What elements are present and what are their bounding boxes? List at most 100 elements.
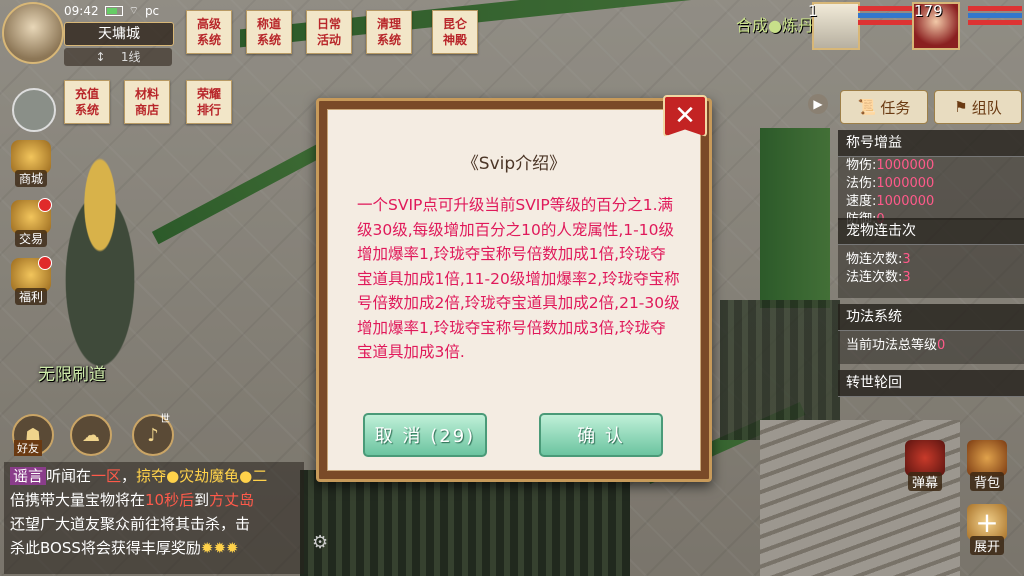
team-button[interactable]: ⚑ 组队 — [934, 90, 1022, 124]
pet-bars — [858, 6, 912, 26]
wifi-icon: ⌔ — [128, 4, 139, 17]
chat-highlight: 10秒后 — [145, 491, 195, 509]
skill-system-panel: 功法系统 当前功法总等级0 — [838, 304, 1024, 364]
chat-line: 谣言 听闻在一区，掠夺●灾劫魔龟●二 — [10, 464, 298, 488]
rumor-tag: 谣言 — [10, 467, 47, 485]
world-channel-label: 世 — [160, 414, 170, 425]
second-menu-item[interactable]: 充值 系统 — [64, 80, 110, 124]
bag-label: 背包 — [969, 472, 1004, 491]
speech-bubble-icon: ☁ — [82, 424, 100, 446]
server-line[interactable]: ↕ 1线 — [64, 48, 172, 66]
top-menu-item[interactable]: 称道 系统 — [246, 10, 292, 54]
player-bars — [968, 6, 1022, 26]
stat-row: 法伤:1000000 — [838, 175, 1024, 193]
line-label: 1线 — [120, 50, 141, 64]
panel-header: 功法系统 — [838, 304, 1024, 331]
hp-bar — [968, 6, 1022, 11]
title-bonus-panel: 称号增益 物伤:1000000法伤:1000000速度:1000000防御:0 — [838, 130, 1024, 227]
task-label: 任务 — [880, 98, 911, 117]
panel-header: 称号增益 — [838, 130, 1024, 157]
combo-label: 法连次数: — [846, 270, 903, 285]
chat-highlight: 一区 — [91, 467, 122, 485]
swap-icon: ↕ — [95, 50, 106, 64]
chat-highlight: 掠夺●灾劫魔龟●二 — [136, 467, 268, 485]
clock: 09:42 — [64, 4, 99, 18]
combo-value: 3 — [902, 270, 911, 285]
second-menu-item[interactable]: 材料 商店 — [124, 80, 170, 124]
danmaku-label: 弹幕 — [907, 472, 942, 491]
combo-value: 3 — [902, 252, 911, 267]
second-menu-item[interactable]: 荣耀 排行 — [186, 80, 232, 124]
task-button[interactable]: 📜 任务 — [840, 90, 928, 124]
combo-row: 物连次数:3 — [838, 251, 1024, 269]
chat-button[interactable]: ☁ — [70, 414, 112, 456]
skill-label[interactable]: 合成●炼丹 — [736, 12, 814, 36]
svip-dialog: 《Svip介绍》 一个SVIP点可升级当前SVIP等级的百分之1.满级30级,每… — [316, 95, 712, 482]
chat-line: 杀此BOSS将会获得丰厚奖励✹✹✹ — [10, 536, 298, 560]
pet-level: 1 — [808, 2, 818, 20]
stat-row: 物伤:1000000 — [838, 157, 1024, 175]
close-icon: ✕ — [674, 101, 696, 131]
confirm-button[interactable]: 确 认 — [539, 413, 663, 457]
dialog-title: 《Svip介绍》 — [461, 154, 567, 174]
flag-icon: ⚑ — [954, 98, 968, 116]
expand-button[interactable]: + 展开 — [962, 504, 1012, 560]
skill-level-label: 当前功法总等级 — [846, 338, 938, 353]
panel-header: 转世轮回 — [838, 370, 1024, 397]
bag-button[interactable]: 背包 — [962, 440, 1012, 496]
dpad-icon[interactable] — [12, 88, 56, 132]
pet-portrait[interactable] — [812, 2, 860, 50]
hp-bar — [858, 20, 912, 25]
chat-highlight: 方丈岛 — [209, 491, 255, 509]
gear-icon[interactable]: ⚙ — [312, 532, 328, 553]
bag-icon — [967, 440, 1007, 476]
skill-level-row: 当前功法总等级0 — [838, 331, 1024, 355]
top-menu-item[interactable]: 清理 系统 — [366, 10, 412, 54]
pc-label: pc — [144, 4, 160, 18]
stat-value: 1000000 — [876, 176, 935, 191]
unlimited-farming-label[interactable]: 无限刷道 — [38, 360, 106, 385]
expand-label: 展开 — [969, 536, 1004, 555]
chat-line: 倍携带大量宝物将在10秒后到方丈岛 — [10, 488, 298, 512]
stat-value: 1000000 — [876, 158, 935, 173]
panel-header: 宠物连击次 — [838, 218, 1024, 245]
player-level: 179 — [914, 2, 943, 20]
combo-list: 物连次数:3 法连次数:3 — [838, 245, 1024, 287]
location-city[interactable]: 天墉城 — [64, 22, 174, 46]
hp-bar — [858, 6, 912, 11]
mp-bar — [968, 13, 1022, 18]
stat-label: 速度: — [846, 194, 877, 209]
reincarnation-panel[interactable]: 转世轮回 — [838, 370, 1024, 397]
stat-value: 1000000 — [876, 194, 935, 209]
top-menu-item[interactable]: 昆仑 神殿 — [432, 10, 478, 54]
sun-icons: ✹✹✹ — [200, 539, 239, 557]
danmaku-icon — [905, 440, 945, 476]
chat-text: 杀此BOSS将会获得丰厚奖励 — [10, 539, 201, 557]
top-menu-item[interactable]: 日常 活动 — [306, 10, 352, 54]
team-label: 组队 — [971, 98, 1002, 117]
chat-text: 倍携带大量宝物将在 — [10, 491, 146, 509]
battery-icon — [104, 6, 123, 16]
top-menu-item[interactable]: 高级 系统 — [186, 10, 232, 54]
scroll-icon: 📜 — [857, 98, 877, 116]
pet-combo-panel: 宠物连击次 物连次数:3 法连次数:3 — [838, 218, 1024, 298]
mp-bar — [858, 13, 912, 18]
chat-text: 听闻在 — [46, 467, 92, 485]
cancel-button[interactable]: 取 消 (29) — [363, 413, 487, 457]
hp-bar — [968, 20, 1022, 25]
combo-row: 法连次数:3 — [838, 269, 1024, 287]
plus-icon: + — [967, 504, 1007, 540]
stat-label: 法伤: — [846, 176, 877, 191]
play-icon[interactable]: ▶ — [808, 94, 828, 114]
microphone-icon: ♪ — [147, 424, 159, 446]
stat-label: 物伤: — [846, 158, 877, 173]
stat-row: 速度:1000000 — [838, 193, 1024, 211]
player-avatar[interactable] — [2, 2, 64, 64]
combo-label: 物连次数: — [846, 252, 903, 267]
player-character — [40, 130, 160, 380]
chat-line: 还望广大道友聚众前往将其击杀，击 — [10, 515, 251, 533]
danmaku-button[interactable]: 弹幕 — [900, 440, 950, 496]
chat-text: ， — [121, 467, 137, 485]
skill-level-value: 0 — [937, 338, 946, 353]
chat-box[interactable]: 谣言 听闻在一区，掠夺●灾劫魔龟●二 倍携带大量宝物将在10秒后到方丈岛 还望广大… — [4, 462, 304, 574]
